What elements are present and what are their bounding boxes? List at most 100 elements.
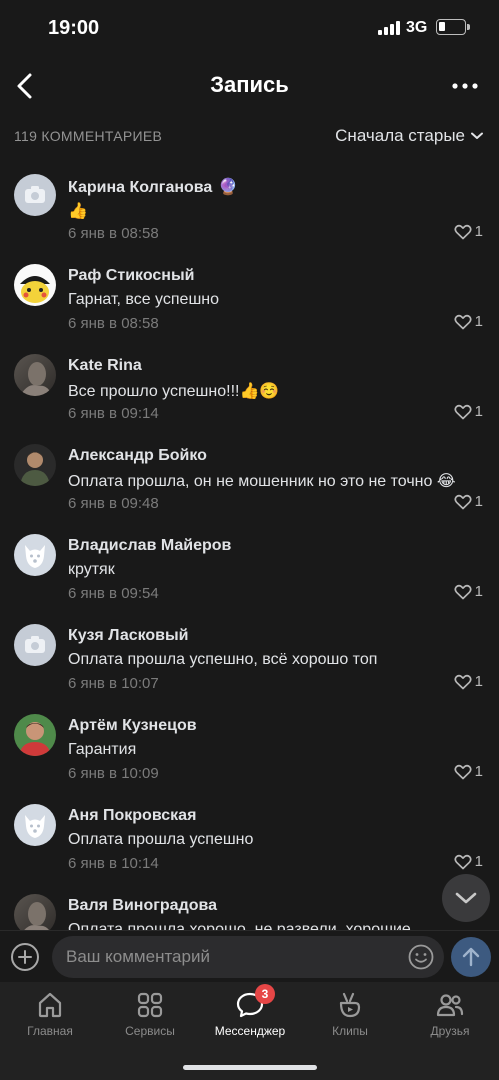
comment-item[interactable]: Раф Стикосный Гарнат, все успешно 6 янв в … bbox=[0, 255, 499, 345]
like-count: 1 bbox=[474, 493, 483, 510]
comment-timestamp: 6 янв в 09:14 bbox=[68, 405, 159, 422]
like-count: 1 bbox=[474, 583, 483, 600]
comment-author[interactable]: Раф Стикосный bbox=[68, 267, 194, 285]
comment-author[interactable]: Аня Покровская bbox=[68, 807, 196, 825]
comment-text: Все прошло успешно!!!👍☺️ bbox=[68, 383, 280, 400]
avatar[interactable] bbox=[14, 354, 56, 396]
more-button[interactable] bbox=[451, 74, 479, 98]
comment-author[interactable]: Карина Колганова 🔮 bbox=[68, 177, 238, 197]
avatar[interactable] bbox=[14, 714, 56, 756]
status-bar: 19:00 3G bbox=[0, 0, 499, 56]
like-count: 1 bbox=[474, 673, 483, 690]
like-button[interactable]: 1 bbox=[454, 763, 483, 780]
comment-timestamp: 6 янв в 10:14 bbox=[68, 855, 159, 872]
comment-composer bbox=[0, 930, 499, 982]
tab-messenger[interactable]: 3 Мессенджер bbox=[200, 984, 300, 1038]
heart-icon bbox=[454, 494, 472, 509]
comment-input[interactable] bbox=[52, 936, 444, 978]
avatar[interactable] bbox=[14, 894, 56, 930]
tab-label: Главная bbox=[27, 1024, 73, 1038]
tab-label: Друзья bbox=[430, 1024, 470, 1038]
comment-item[interactable]: Артём Кузнецов Гарантия 6 янв в 10:09 1 bbox=[0, 705, 499, 795]
author-name: Александр Бойко bbox=[68, 447, 207, 464]
comment-author[interactable]: Валя Виноградова bbox=[68, 897, 217, 915]
author-name: Валя Виноградова bbox=[68, 897, 218, 914]
comments-subheader: 119 КОММЕНТАРИЕВ Сначала старые bbox=[0, 122, 499, 152]
heart-icon bbox=[454, 224, 472, 239]
comment-timestamp: 6 янв в 10:09 bbox=[68, 765, 159, 782]
sort-label: Сначала старые bbox=[335, 126, 465, 145]
like-count: 1 bbox=[474, 763, 483, 780]
comment-author[interactable]: Владислав Майеров bbox=[68, 537, 231, 555]
tab-friends[interactable]: Друзья bbox=[400, 990, 499, 1038]
comment-item[interactable]: Владислав Майеров крутяк 6 янв в 09:54 1 bbox=[0, 525, 499, 615]
clips-icon bbox=[335, 990, 365, 1020]
heart-icon bbox=[454, 674, 472, 689]
comment-author[interactable]: Артём Кузнецов bbox=[68, 717, 197, 735]
avatar[interactable] bbox=[14, 444, 56, 486]
comments-list[interactable]: Карина Колганова 🔮 👍 6 янв в 08:58 1 Раф Стик… bbox=[0, 165, 499, 930]
avatar[interactable] bbox=[14, 264, 56, 306]
tab-services[interactable]: Сервисы bbox=[100, 990, 200, 1038]
like-button[interactable]: 1 bbox=[454, 493, 483, 510]
avatar[interactable] bbox=[14, 804, 56, 846]
comment-text: Гарантия bbox=[68, 741, 137, 758]
sort-dropdown[interactable]: Сначала старые bbox=[335, 126, 483, 146]
like-button[interactable]: 1 bbox=[454, 673, 483, 690]
comment-author[interactable]: Kate Rina bbox=[68, 357, 142, 375]
comment-author[interactable]: Кузя Ласковый bbox=[68, 627, 189, 645]
author-name: Владислав Майеров bbox=[68, 537, 232, 554]
chevron-down-icon bbox=[455, 892, 477, 904]
avatar[interactable] bbox=[14, 534, 56, 576]
more-dots-icon bbox=[452, 83, 478, 89]
like-button[interactable]: 1 bbox=[454, 583, 483, 600]
like-button[interactable]: 1 bbox=[454, 853, 483, 870]
arrow-up-icon bbox=[462, 947, 480, 967]
heart-icon bbox=[454, 404, 472, 419]
comment-text: Гарнат, все успешно bbox=[68, 291, 220, 308]
like-button[interactable]: 1 bbox=[454, 223, 483, 240]
home-indicator[interactable] bbox=[183, 1065, 317, 1070]
tab-label: Клипы bbox=[332, 1024, 368, 1038]
comment-timestamp: 6 янв в 08:58 bbox=[68, 315, 159, 332]
comment-item[interactable]: Аня Покровская Оплата прошла успешно 6 янв… bbox=[0, 795, 499, 885]
tab-label: Мессенджер bbox=[214, 1024, 286, 1038]
comment-text: Оплата прошла, он не мошенник но это не … bbox=[68, 473, 456, 490]
comment-item[interactable]: Карина Колганова 🔮 👍 6 янв в 08:58 1 bbox=[0, 165, 499, 255]
comment-author[interactable]: Александр Бойко bbox=[68, 447, 207, 465]
comment-timestamp: 6 янв в 09:48 bbox=[68, 495, 159, 512]
like-button[interactable]: 1 bbox=[454, 313, 483, 330]
like-button[interactable]: 1 bbox=[454, 403, 483, 420]
tab-home[interactable]: Главная bbox=[0, 990, 100, 1038]
author-name: Артём Кузнецов bbox=[68, 717, 197, 734]
comment-text: 👍 bbox=[68, 203, 88, 220]
heart-icon bbox=[454, 314, 472, 329]
comment-item[interactable]: Kate Rina Все прошло успешно!!!👍☺️ 6 янв в… bbox=[0, 345, 499, 435]
tab-clips[interactable]: Клипы bbox=[300, 990, 400, 1038]
plus-circle-icon bbox=[11, 943, 39, 971]
home-icon bbox=[35, 990, 65, 1020]
comment-timestamp: 6 янв в 10:07 bbox=[68, 675, 159, 692]
friends-icon bbox=[435, 990, 465, 1020]
comment-item[interactable]: Кузя Ласковый Оплата прошла успешно, всё … bbox=[0, 615, 499, 705]
chevron-down-icon bbox=[471, 132, 483, 139]
emoji-button[interactable] bbox=[408, 944, 434, 970]
comment-item[interactable]: Валя Виноградова Оплата прошла хорошо, не… bbox=[0, 885, 499, 930]
scroll-down-button[interactable] bbox=[442, 874, 490, 922]
heart-icon bbox=[454, 764, 472, 779]
status-time: 19:00 bbox=[48, 17, 100, 39]
comment-item[interactable]: Александр Бойко Оплата прошла, он не моше… bbox=[0, 435, 499, 525]
comment-text: Оплата прошла успешно bbox=[68, 831, 254, 848]
send-button[interactable] bbox=[451, 937, 491, 977]
heart-icon bbox=[454, 854, 472, 869]
author-name: Kate Rina bbox=[68, 357, 142, 374]
header: Запись bbox=[0, 60, 499, 112]
avatar[interactable] bbox=[14, 174, 56, 216]
author-badge-icon: 🔮 bbox=[218, 179, 239, 196]
comment-text: крутяк bbox=[68, 561, 115, 578]
add-attachment-button[interactable] bbox=[10, 942, 40, 972]
smile-icon bbox=[408, 944, 434, 970]
avatar[interactable] bbox=[14, 624, 56, 666]
heart-icon bbox=[454, 584, 472, 599]
comment-text: Оплата прошла успешно, всё хорошо топ bbox=[68, 651, 378, 668]
